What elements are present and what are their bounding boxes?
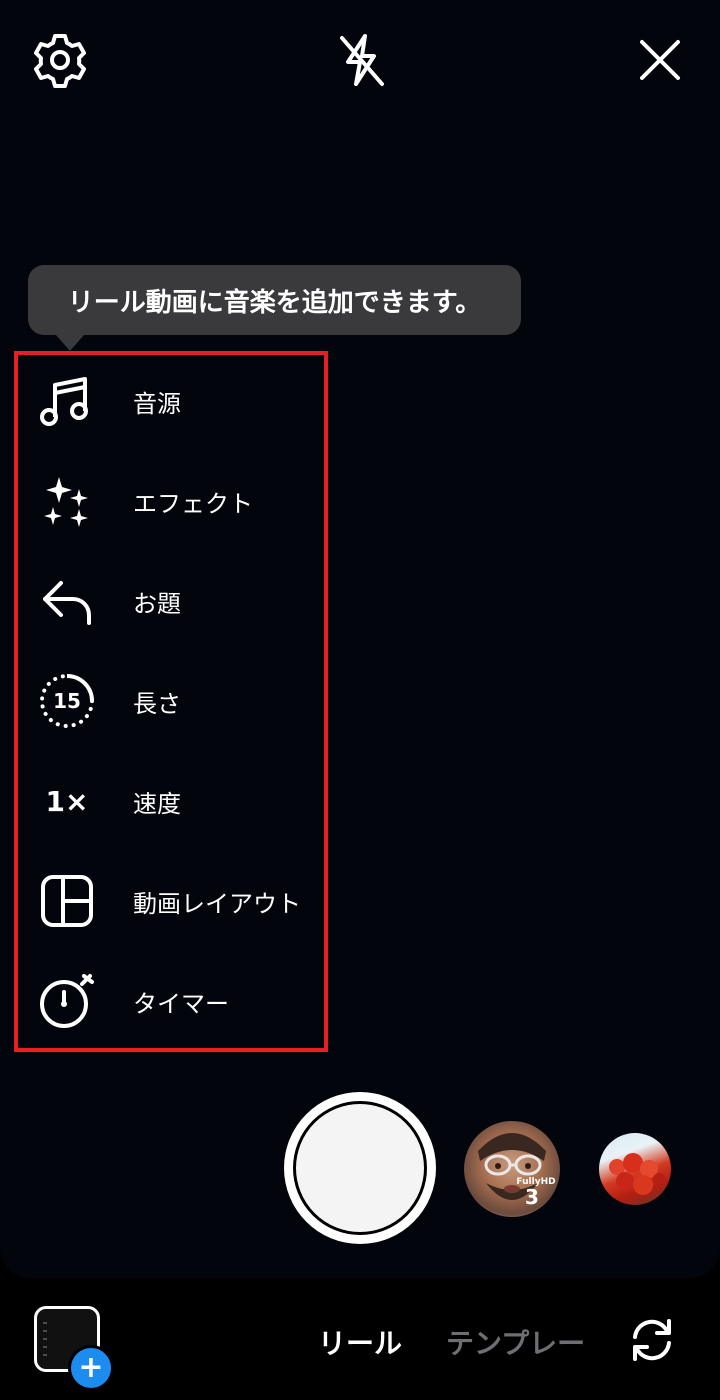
shutter-inner [293, 1101, 427, 1235]
plus-icon[interactable]: + [68, 1345, 114, 1391]
gear-icon[interactable] [30, 30, 90, 90]
tool-layout[interactable]: 動画レイアウト [30, 866, 310, 936]
tool-effects[interactable]: エフェクト [30, 466, 310, 536]
tool-speed[interactable]: 1× 速度 [30, 766, 310, 836]
flash-off-icon[interactable] [332, 30, 390, 90]
tool-label: エフェクト [133, 489, 253, 518]
tool-label: タイマー [133, 989, 229, 1018]
close-icon[interactable] [634, 34, 686, 86]
tooltip: リール動画に音楽を追加できます。 [28, 265, 521, 335]
flip-camera-icon[interactable] [624, 1312, 680, 1368]
tool-label: 音源 [133, 389, 181, 418]
speed-icon: 1× [30, 769, 104, 833]
tool-audio[interactable]: 音源 [30, 366, 310, 436]
duration-icon-text: 15 [53, 689, 81, 713]
tooltip-arrow [56, 335, 84, 351]
tool-prompt[interactable]: お題 [30, 566, 310, 636]
tab-reels[interactable]: リール [318, 1322, 402, 1362]
layout-grid-icon [30, 869, 104, 933]
tool-label: お題 [133, 589, 181, 618]
tool-length[interactable]: 15 長さ [30, 666, 310, 736]
tab-templates[interactable]: テンプレー [446, 1322, 585, 1362]
tool-timer[interactable]: タイマー [30, 966, 310, 1036]
tool-label: 長さ [133, 689, 181, 718]
timer-icon [30, 969, 104, 1033]
duration-icon: 15 [30, 669, 104, 733]
effect-thumbnail[interactable]: FullyHD 3 [464, 1121, 560, 1217]
sparkles-icon [30, 469, 104, 533]
tooltip-text: リール動画に音楽を追加できます。 [67, 287, 482, 318]
speed-icon-text: 1× [45, 784, 89, 818]
recent-photo-thumbnail[interactable] [599, 1133, 671, 1205]
leaves-illustration [609, 1153, 665, 1195]
effect-count: 3 [525, 1185, 539, 1209]
shutter-button[interactable] [284, 1092, 436, 1244]
reply-arrow-icon [30, 569, 104, 633]
music-note-icon [30, 369, 104, 433]
tool-label: 動画レイアウト [133, 889, 301, 918]
tool-label: 速度 [133, 789, 181, 818]
